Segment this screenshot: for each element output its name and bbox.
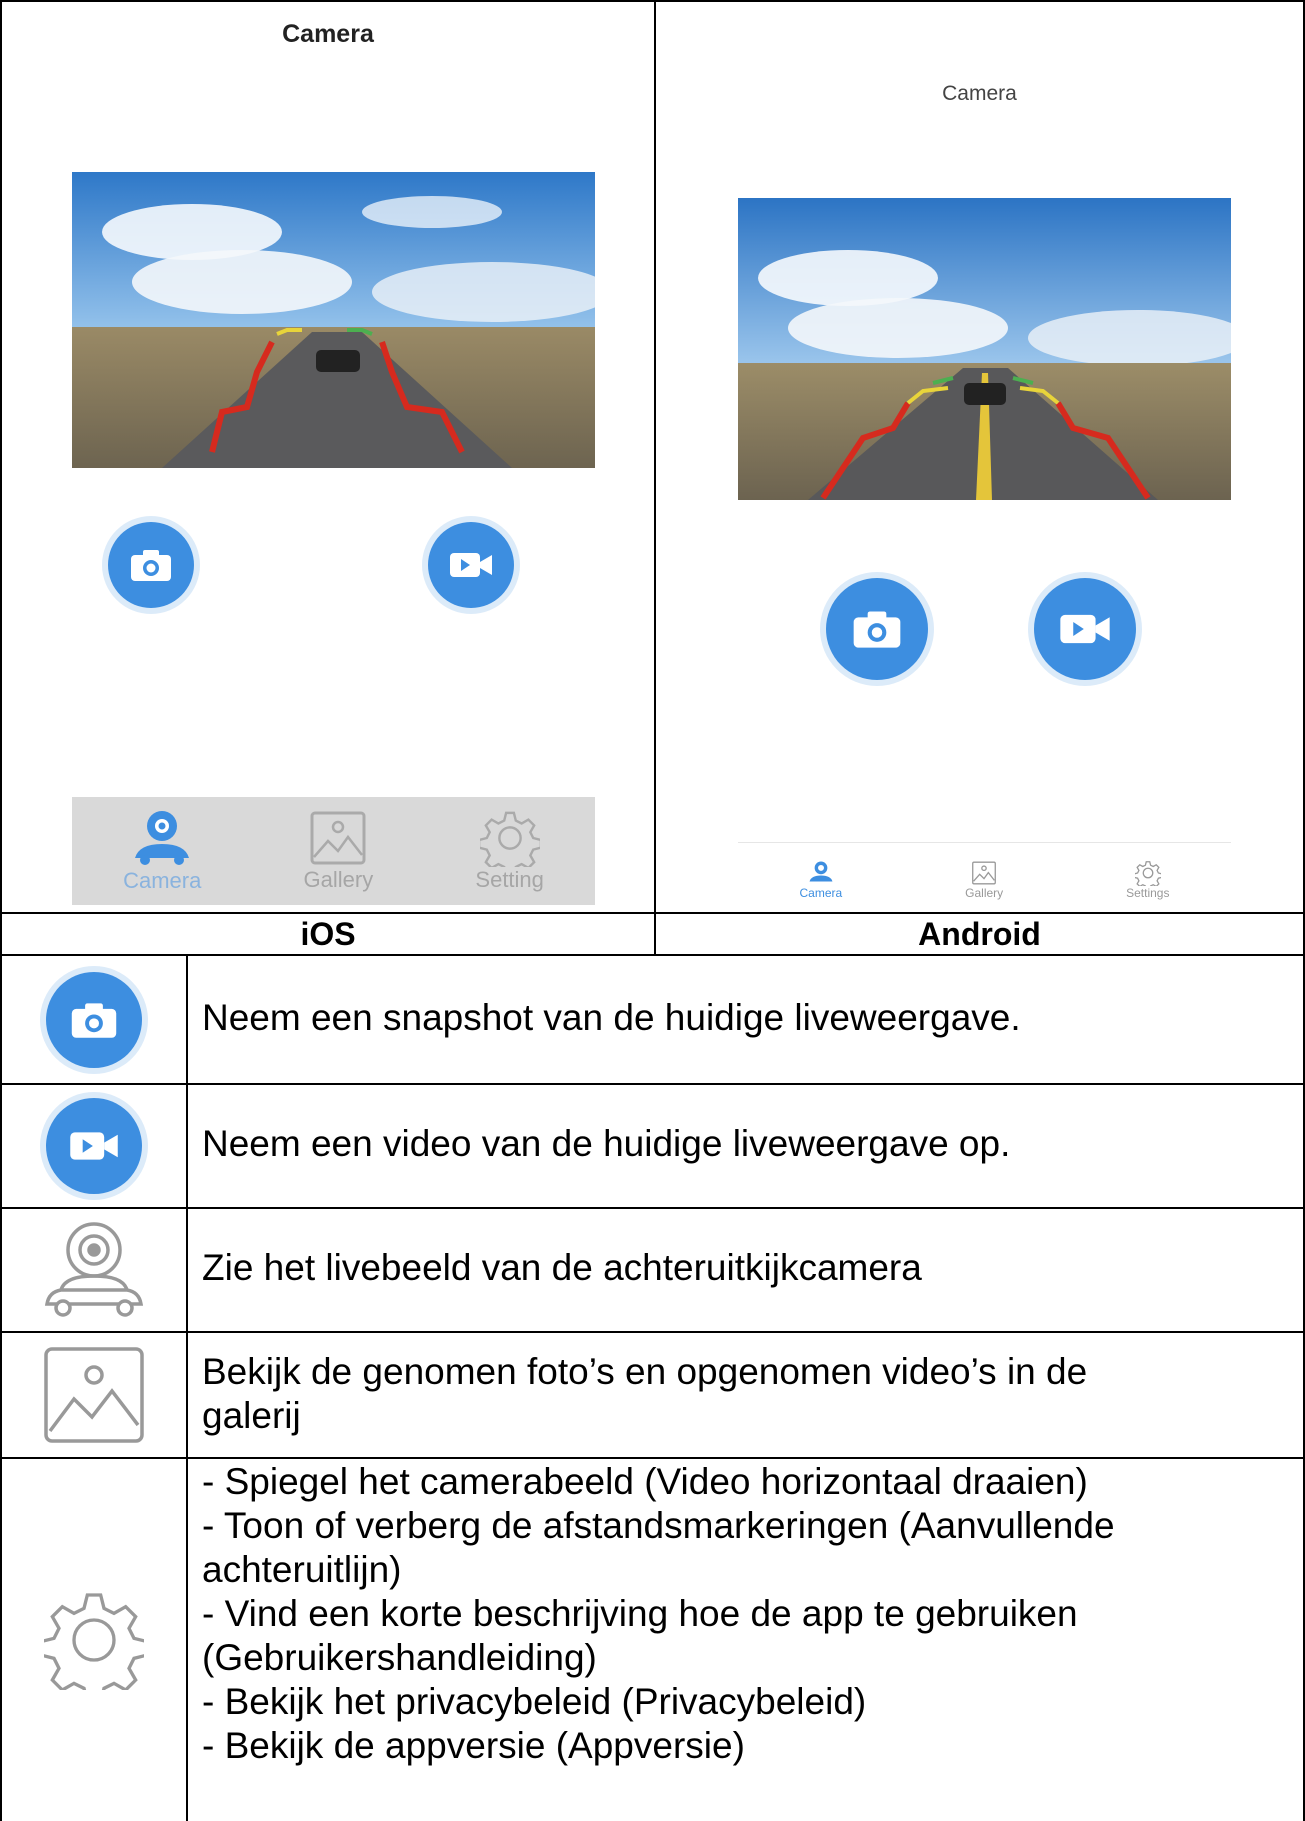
row-icon-cell [2,1085,186,1207]
live-camera-car-icon [44,1222,144,1317]
ios-screenshot: Camera Camera Gallery Setting [2,2,654,912]
android-record-button[interactable] [1034,578,1136,680]
camera-snapshot-icon [46,971,142,1068]
description-line: (Gebruikershandleiding) [202,1637,597,1678]
android-tab-gallery-label: Gallery [965,886,1004,900]
camera-icon [71,1002,117,1038]
table-divider-row [0,1083,1305,1085]
row-description: - Spiegel het camerabeeld (Video horizon… [202,1460,1115,1768]
table-divider-row [0,1331,1305,1333]
description-line: achteruitlijn) [202,1549,402,1590]
description-line: Neem een snapshot van de huidige livewee… [202,997,1021,1038]
android-screen-title: Camera [942,82,1017,105]
ios-tab-camera[interactable]: Camera [123,808,201,894]
video-camera-icon [450,553,492,577]
gallery-icon [310,811,366,865]
ios-tab-setting-label: Setting [475,867,544,892]
gear-icon [479,811,540,867]
table-divider-row [0,1207,1305,1209]
android-tabbar-divider [738,842,1231,843]
table-divider-row [0,912,1305,914]
table-divider-row [0,1457,1305,1459]
manual-page: Camera Camera Gallery Setting Camera Cam… [0,0,1305,1821]
android-tab-settings-label: Settings [1126,886,1170,900]
gallery-image-icon [44,1347,144,1443]
camera-car-icon [135,811,190,865]
android-label: Android [918,916,1041,952]
video-camera-icon [70,1132,118,1160]
description-line: galerij [202,1395,301,1436]
ios-screen-title: Camera [282,20,374,48]
description-line: Zie het livebeeld van de achteruitkijkca… [202,1247,922,1288]
row-description: Neem een video van de huidige liveweerga… [202,1122,1010,1166]
description-line: - Bekijk het privacybeleid (Privacybelei… [202,1681,867,1722]
camera-car-icon [809,861,833,882]
gallery-icon [972,861,997,885]
camera-icon [131,550,171,581]
description-line: - Toon of verberg de afstandsmarkeringen… [202,1505,1115,1546]
ios-live-view [72,172,595,468]
row-description: Zie het livebeeld van de achteruitkijkca… [202,1246,922,1290]
row-description: Bekijk de genomen foto’s en opgenomen vi… [202,1350,1087,1438]
ios-label: iOS [300,916,356,952]
row-icon-cell [2,956,186,1083]
camera-icon [853,611,901,648]
gear-icon [1134,861,1161,886]
description-line: Neem een video van de huidige liveweerga… [202,1123,1011,1164]
android-live-view [738,198,1231,500]
row-icon-cell [2,1459,186,1821]
video-record-icon [46,1098,142,1194]
ios-tab-camera-label: Camera [123,868,202,893]
android-tab-gallery[interactable]: Gallery [965,860,1003,900]
ios-tab-bar: Camera Gallery Setting [72,797,595,905]
ios-snapshot-button[interactable] [108,522,194,608]
row-description: Neem een snapshot van de huidige livewee… [202,996,1021,1040]
description-line: Bekijk de genomen foto’s en opgenomen vi… [202,1351,1088,1392]
ios-tab-gallery-label: Gallery [303,867,374,892]
android-tab-settings[interactable]: Settings [1126,860,1169,900]
android-tab-camera[interactable]: Camera [799,860,842,900]
video-camera-icon [1060,614,1110,644]
ios-record-button[interactable] [428,522,514,608]
table-divider-row [0,954,1305,956]
ios-tab-gallery[interactable]: Gallery [303,809,374,893]
row-icon-cell [2,1333,186,1457]
row-icon-cell [2,1209,186,1331]
android-screenshot: Camera Camera Gallery Settings [656,2,1303,912]
android-tab-camera-label: Camera [799,886,843,900]
settings-gear-icon [44,1593,144,1690]
android-snapshot-button[interactable] [826,578,928,680]
ios-tab-setting[interactable]: Setting [475,809,544,893]
description-line: - Bekijk de appversie (Appversie) [202,1725,745,1766]
live-view-image [72,172,595,468]
description-line: - Spiegel het camerabeeld (Video horizon… [202,1461,1088,1502]
live-view-image [738,198,1231,500]
description-line: - Vind een korte beschrijving hoe de app… [202,1593,1078,1634]
android-tab-bar: Camera Gallery Settings [738,850,1231,910]
